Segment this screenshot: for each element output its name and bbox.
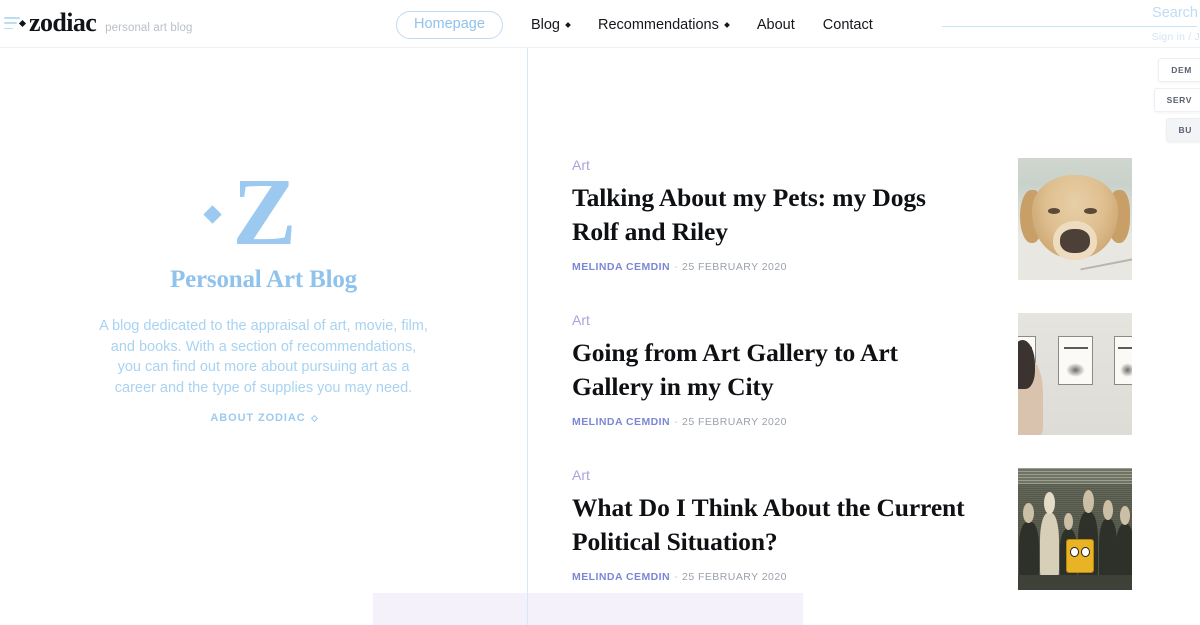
column-divider (527, 48, 528, 625)
meta-separator: - (674, 416, 679, 428)
brand-tagline: personal art blog (105, 22, 193, 34)
nav-item-blog[interactable]: Blog (530, 12, 571, 39)
main-navigation: Homepage Blog Recommendations About Cont… (396, 11, 873, 39)
thumb-shape (1018, 575, 1132, 590)
search-area: Search Sign in / J (942, 5, 1200, 43)
thumb-shape (1066, 362, 1085, 377)
nav-item-recommendations[interactable]: Recommendations (597, 12, 730, 39)
nav-item-label: Contact (822, 16, 873, 33)
post-meta: MELINDA CEMDIN -25 FEBRUARY 2020 (572, 417, 972, 428)
nav-item-contact[interactable]: Contact (823, 12, 873, 39)
hamburger-line (4, 27, 13, 29)
thumb-shape (1060, 228, 1090, 254)
side-tab-group: DEM SERV BU (1153, 58, 1200, 142)
nav-item-about[interactable]: About (757, 12, 795, 39)
thumb-frame (1057, 336, 1094, 385)
hero-section: Z Personal Art Blog A blog dedicated to … (0, 48, 527, 593)
post-category[interactable]: Art (572, 468, 972, 482)
nav-item-label: About (756, 16, 795, 33)
meta-separator: - (674, 571, 679, 583)
search-input[interactable]: Search (942, 5, 1200, 22)
thumb-shape (1063, 347, 1088, 350)
post-date: 25 FEBRUARY 2020 (682, 571, 787, 583)
search-underline (942, 26, 1197, 28)
post-item[interactable]: Art Going from Art Gallery to Art Galler… (572, 313, 1132, 435)
post-title[interactable]: What Do I Think About the Current Politi… (572, 491, 972, 559)
nav-item-label: Blog (530, 16, 560, 33)
post-list: Art Talking About my Pets: my Dogs Rolf … (572, 48, 1132, 590)
post-title[interactable]: Going from Art Gallery to Art Gallery in… (572, 336, 972, 404)
thumb-shape (1116, 506, 1132, 581)
side-tab-demo[interactable]: DEM (1158, 58, 1200, 82)
thumb-shape (1018, 468, 1132, 484)
post-content: Art What Do I Think About the Current Po… (572, 468, 972, 583)
post-meta: MELINDA CEMDIN -25 FEBRUARY 2020 (572, 262, 972, 273)
side-tab-buy[interactable]: BU (1165, 118, 1200, 142)
bottom-panel (373, 593, 803, 625)
about-zodiac-link[interactable]: ABOUT ZODIAC (210, 412, 318, 425)
hero-title: Personal Art Blog (170, 266, 357, 294)
diamond-icon (18, 19, 27, 28)
meta-separator: - (674, 261, 679, 273)
post-category[interactable]: Art (572, 313, 972, 327)
nav-item-label: Recommendations (597, 16, 719, 33)
brand-logo[interactable]: zodiac personal art blog (18, 10, 193, 36)
post-content: Art Going from Art Gallery to Art Galler… (572, 313, 972, 428)
post-content: Art Talking About my Pets: my Dogs Rolf … (572, 158, 972, 273)
diamond-outline-icon (310, 414, 318, 422)
thumb-shape (1019, 502, 1039, 581)
thumb-shape (1084, 208, 1097, 215)
post-category[interactable]: Art (572, 158, 972, 172)
signin-link[interactable]: Sign in / J (942, 31, 1200, 43)
post-author[interactable]: MELINDA CEMDIN (572, 416, 670, 428)
post-author[interactable]: MELINDA CEMDIN (572, 571, 670, 583)
about-zodiac-label: ABOUT ZODIAC (210, 412, 306, 425)
site-header: zodiac personal art blog Homepage Blog R… (0, 0, 1200, 48)
hamburger-line (4, 22, 17, 24)
thumb-shape (1098, 499, 1118, 581)
post-date: 25 FEBRUARY 2020 (682, 416, 787, 428)
post-thumbnail-political[interactable] (1018, 468, 1132, 590)
thumb-shape (1120, 362, 1132, 377)
post-item[interactable]: Art What Do I Think About the Current Po… (572, 468, 1132, 590)
chevron-down-icon (724, 21, 730, 28)
post-author[interactable]: MELINDA CEMDIN (572, 261, 670, 273)
thumb-shape (1039, 491, 1060, 581)
post-meta: MELINDA CEMDIN -25 FEBRUARY 2020 (572, 572, 972, 583)
thumb-shape (1065, 538, 1095, 573)
brand-name: zodiac (18, 10, 97, 36)
page-root: zodiac personal art blog Homepage Blog R… (0, 0, 1200, 625)
post-date: 25 FEBRUARY 2020 (682, 261, 787, 273)
diamond-accent-icon (203, 205, 223, 224)
thumb-frame (1113, 336, 1132, 385)
chevron-down-icon (565, 21, 571, 28)
thumb-shape (1118, 347, 1132, 350)
post-thumbnail-golden-retriever[interactable] (1018, 158, 1132, 280)
nav-item-homepage[interactable]: Homepage (396, 11, 503, 39)
post-thumbnail-art-gallery[interactable] (1018, 313, 1132, 435)
hero-logo-letter: Z (203, 164, 297, 260)
hamburger-line (4, 17, 20, 19)
hero-description: A blog dedicated to the appraisal of art… (99, 318, 428, 396)
post-item[interactable]: Art Talking About my Pets: my Dogs Rolf … (572, 158, 1132, 280)
post-title[interactable]: Talking About my Pets: my Dogs Rolf and … (572, 181, 972, 249)
side-tab-services[interactable]: SERV (1153, 88, 1200, 112)
